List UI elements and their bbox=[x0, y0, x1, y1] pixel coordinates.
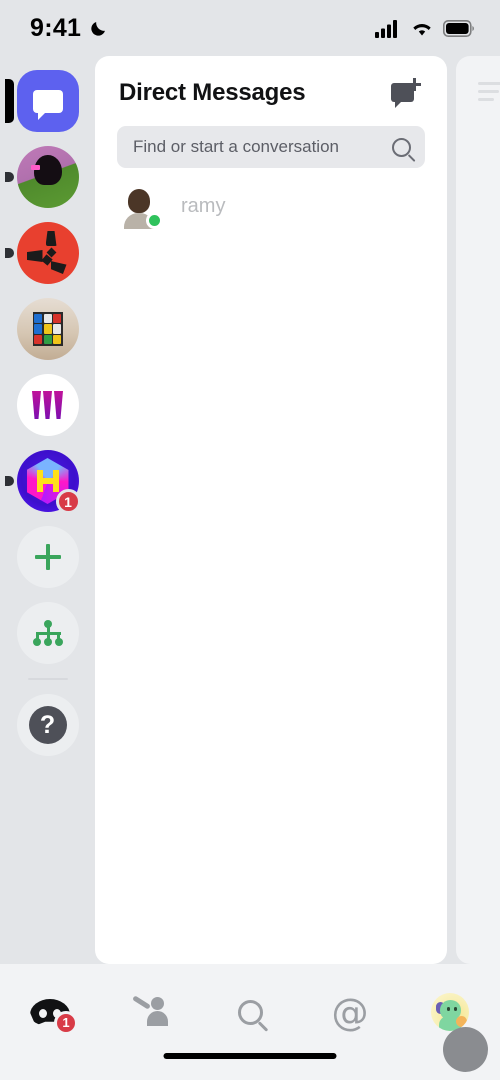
server-icon-3[interactable] bbox=[16, 298, 79, 360]
status-bar: 9:41 bbox=[0, 0, 500, 56]
search-input[interactable]: Find or start a conversation bbox=[117, 126, 425, 168]
page-title: Direct Messages bbox=[119, 79, 306, 106]
search-icon bbox=[237, 999, 263, 1025]
friends-icon bbox=[132, 995, 168, 1027]
explore-servers-button[interactable] bbox=[16, 602, 79, 664]
tab-friends[interactable] bbox=[100, 986, 200, 1038]
unread-indicator bbox=[4, 248, 14, 258]
tab-mentions[interactable]: @ bbox=[300, 986, 400, 1038]
server-icon-2[interactable] bbox=[4, 222, 79, 284]
status-bar-right bbox=[375, 19, 474, 38]
hamburger-menu-icon[interactable] bbox=[478, 82, 500, 106]
status-bar-left: 9:41 bbox=[30, 14, 110, 43]
help-button[interactable]: ? bbox=[16, 694, 79, 756]
unread-indicator bbox=[4, 172, 14, 182]
server-icon-1[interactable] bbox=[4, 146, 79, 208]
server-icon-5[interactable]: 1 bbox=[4, 450, 81, 514]
direct-messages-button[interactable] bbox=[4, 70, 79, 132]
floating-action-button[interactable] bbox=[443, 1027, 488, 1072]
at-mention-icon: @ bbox=[331, 990, 369, 1034]
add-server-button[interactable] bbox=[16, 526, 79, 588]
cellular-signal-icon bbox=[375, 19, 397, 38]
question-mark-icon: ? bbox=[28, 706, 67, 744]
tab-servers[interactable]: 1 bbox=[0, 986, 100, 1038]
avatar bbox=[117, 184, 163, 229]
rail-divider bbox=[27, 678, 68, 680]
server-avatar bbox=[16, 222, 79, 284]
search-icon bbox=[392, 137, 411, 157]
tab-unread-badge: 1 bbox=[54, 1010, 78, 1035]
server-avatar bbox=[16, 298, 79, 360]
server-avatar bbox=[16, 374, 79, 436]
peek-channel-panel[interactable] bbox=[456, 56, 500, 964]
crescent-moon-icon bbox=[91, 22, 106, 36]
dm-header: Direct Messages bbox=[95, 56, 447, 112]
search-placeholder: Find or start a conversation bbox=[133, 137, 339, 156]
unread-badge: 1 bbox=[55, 489, 81, 514]
server-icon-4[interactable] bbox=[16, 374, 79, 436]
list-item[interactable]: ramy bbox=[95, 168, 447, 229]
direct-messages-panel: Direct Messages Find or start a conversa… bbox=[95, 56, 447, 964]
user-avatar-icon bbox=[431, 993, 469, 1031]
status-badge bbox=[146, 212, 163, 229]
discord-mobile-app: 9:41 1 ? Direct Messages Find or start a… bbox=[0, 0, 500, 1080]
selected-indicator bbox=[4, 79, 14, 123]
server-avatar bbox=[16, 146, 79, 208]
plus-icon bbox=[34, 544, 61, 570]
unread-indicator bbox=[4, 476, 14, 486]
speech-bubble-icon bbox=[16, 70, 79, 132]
status-bar-clock: 9:41 bbox=[30, 13, 82, 42]
wifi-icon bbox=[413, 23, 431, 35]
tab-search[interactable] bbox=[200, 986, 300, 1038]
server-rail: 1 ? bbox=[0, 56, 95, 964]
new-message-icon[interactable] bbox=[391, 78, 423, 108]
bottom-tab-bar: 1 @ bbox=[0, 964, 500, 1080]
battery-full-icon bbox=[443, 19, 474, 37]
dm-username: ramy bbox=[181, 194, 226, 217]
home-indicator bbox=[163, 1053, 337, 1059]
tab-profile[interactable] bbox=[400, 986, 500, 1038]
discord-logo-icon: 1 bbox=[30, 997, 78, 1035]
compass-network-icon bbox=[32, 620, 63, 646]
